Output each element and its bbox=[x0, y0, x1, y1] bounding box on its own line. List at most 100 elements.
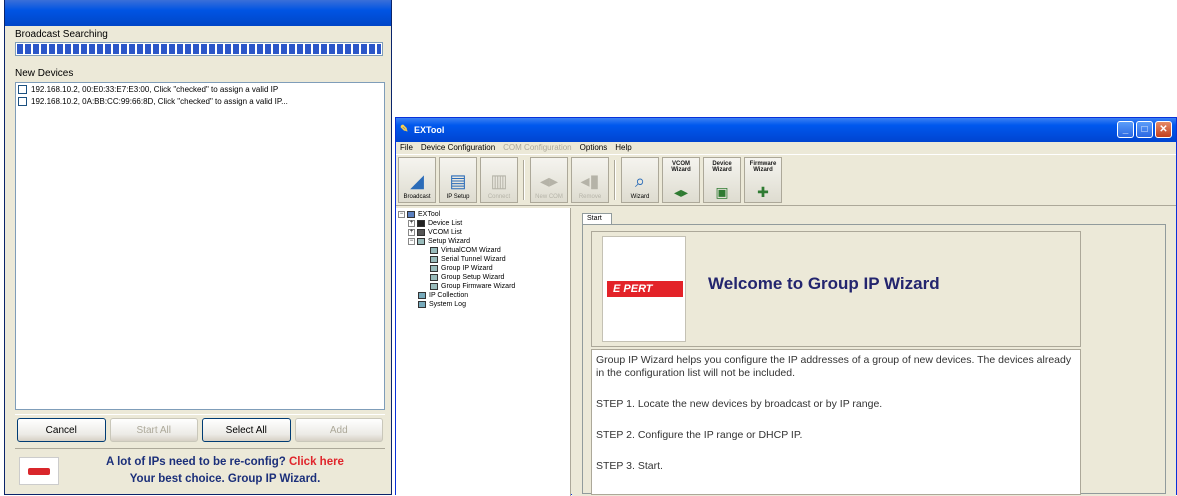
vcom-icon bbox=[417, 229, 425, 236]
description-text: Group IP Wizard helps you configure the … bbox=[596, 354, 1072, 379]
new-devices-list[interactable]: 192.168.10.2, 00:E0:33:E7:E3:00, Click "… bbox=[15, 82, 385, 410]
maximize-icon[interactable]: □ bbox=[1136, 121, 1153, 138]
firmware-icon: ✚ bbox=[757, 184, 769, 200]
device-icon: ▤ bbox=[449, 171, 467, 191]
menu-options[interactable]: Options bbox=[580, 142, 608, 154]
tree-node-group-setup-wizard[interactable]: Group Setup Wizard bbox=[396, 273, 570, 282]
vcom-wizard-label: VCOM Wizard bbox=[671, 161, 691, 173]
menu-bar: File Device Configuration COM Configurat… bbox=[396, 142, 1176, 154]
wizard-label: Wizard bbox=[630, 194, 650, 200]
tree-node-vcom-list[interactable]: + VCOM List bbox=[396, 228, 570, 237]
expert-logo: E PERT bbox=[602, 236, 686, 342]
tree-node-device-list[interactable]: + Device List bbox=[396, 219, 570, 228]
tree-node-virtualcom-wizard[interactable]: VirtualCOM Wizard bbox=[396, 246, 570, 255]
wizard-button[interactable]: ⌕ Wizard bbox=[621, 157, 659, 203]
navigation-tree[interactable]: − EXTool + Device List + VCOM List − Setup W… bbox=[396, 208, 571, 496]
new-com-button[interactable]: ◂▸ New COM bbox=[530, 157, 568, 203]
device-entry-text: 192.168.10.2, 00:E0:33:E7:E3:00, Click "… bbox=[31, 84, 279, 94]
start-panel: E PERT Welcome to Group IP Wizard Group … bbox=[582, 224, 1166, 495]
menu-device-configuration[interactable]: Device Configuration bbox=[421, 142, 495, 154]
firmware-wizard-button[interactable]: Firmware Wizard ✚ bbox=[744, 157, 782, 203]
menu-help[interactable]: Help bbox=[615, 142, 631, 154]
firmware-wizard-label: Firmware Wizard bbox=[749, 161, 777, 173]
device-entry-text: 192.168.10.2, 0A:BB:CC:99:66:8D, Click "… bbox=[31, 96, 288, 106]
toolbar: ◢ Broadcast ▤ IP Setup ▥ Connect ◂▸ New … bbox=[396, 154, 1176, 206]
new-devices-label: New Devices bbox=[15, 68, 74, 79]
collapse-icon[interactable]: − bbox=[408, 238, 415, 245]
list-item[interactable]: 192.168.10.2, 00:E0:33:E7:E3:00, Click "… bbox=[16, 83, 384, 95]
step-1: STEP 1. Locate the new devices by broadc… bbox=[596, 398, 883, 410]
tree-label: VirtualCOM Wizard bbox=[441, 247, 501, 254]
wizard-icon bbox=[430, 274, 438, 281]
log-icon bbox=[418, 301, 426, 308]
step-3: STEP 3. Start. bbox=[596, 460, 663, 472]
device-checkbox[interactable] bbox=[18, 84, 27, 94]
dialog-titlebar[interactable] bbox=[5, 0, 391, 26]
expand-icon[interactable]: + bbox=[408, 220, 415, 227]
tree-node-extool[interactable]: − EXTool bbox=[396, 210, 570, 219]
arrows-search-icon: ◂▸ bbox=[673, 184, 689, 200]
toolbar-separator bbox=[614, 160, 616, 200]
new-com-label: New COM bbox=[535, 194, 563, 200]
click-here-link[interactable]: Click here bbox=[289, 456, 344, 468]
device-wizard-label: Device Wizard bbox=[712, 161, 732, 173]
window-title: EXTool bbox=[414, 125, 445, 135]
tree-label: Setup Wizard bbox=[428, 238, 471, 245]
search-progress-bar bbox=[15, 42, 383, 56]
tab-start[interactable]: Start bbox=[582, 213, 612, 224]
select-all-button[interactable]: Select All bbox=[202, 418, 291, 442]
tree-label: IP Collection bbox=[429, 292, 469, 299]
ip-setup-button[interactable]: ▤ IP Setup bbox=[439, 157, 477, 203]
expert-logo-icon bbox=[19, 456, 59, 485]
group-ip-promo: A lot of IPs need to be re-config? Click… bbox=[15, 448, 385, 492]
broadcast-search-dialog: Broadcast Searching New Devices 192.168.… bbox=[4, 0, 392, 495]
tree-node-group-firmware-wizard[interactable]: Group Firmware Wizard bbox=[396, 282, 570, 291]
expand-icon[interactable]: + bbox=[408, 229, 415, 236]
expert-logo-text: E PERT bbox=[607, 281, 683, 297]
wizard-icon bbox=[430, 283, 438, 290]
collapse-icon[interactable]: − bbox=[398, 211, 405, 218]
dialog-button-bar: Cancel Start All Select All Add bbox=[15, 414, 385, 444]
wizard-icon bbox=[417, 238, 425, 245]
cancel-button[interactable]: Cancel bbox=[17, 418, 106, 442]
tree-node-system-log[interactable]: System Log bbox=[396, 300, 570, 309]
menu-com-configuration[interactable]: COM Configuration bbox=[503, 142, 571, 154]
broadcast-button[interactable]: ◢ Broadcast bbox=[398, 157, 436, 203]
device-checkbox[interactable] bbox=[18, 96, 27, 106]
tree-label: System Log bbox=[429, 301, 466, 308]
promo-tagline: Your best choice. Group IP Wizard. bbox=[129, 472, 321, 485]
tree-label: EXTool bbox=[418, 211, 441, 218]
tree-node-ip-collection[interactable]: IP Collection bbox=[396, 291, 570, 300]
tree-label: Group Firmware Wizard bbox=[441, 283, 516, 290]
add-button[interactable]: Add bbox=[294, 418, 383, 442]
device-wizard-button[interactable]: Device Wizard ▣ bbox=[703, 157, 741, 203]
extool-main-window: ✎ EXTool _ □ ✕ File Device Configuration… bbox=[395, 117, 1177, 496]
ip-collection-icon bbox=[418, 292, 426, 299]
wizard-icon bbox=[430, 265, 438, 272]
content-area: Start E PERT Welcome to Group IP Wizard … bbox=[572, 208, 1176, 496]
promo-text: A lot of IPs need to be re-config? Click… bbox=[65, 454, 385, 488]
app-icon: ✎ bbox=[400, 124, 409, 135]
menu-file[interactable]: File bbox=[400, 142, 413, 154]
tree-node-serial-tunnel-wizard[interactable]: Serial Tunnel Wizard bbox=[396, 255, 570, 264]
connect-button[interactable]: ▥ Connect bbox=[480, 157, 518, 203]
window-titlebar[interactable]: ✎ EXTool _ □ ✕ bbox=[396, 118, 1176, 142]
arrows-icon: ◂▸ bbox=[539, 171, 559, 191]
wizard-description: Group IP Wizard helps you configure the … bbox=[591, 349, 1081, 495]
broadcast-label: Broadcast bbox=[403, 194, 431, 200]
list-item[interactable]: 192.168.10.2, 0A:BB:CC:99:66:8D, Click "… bbox=[16, 95, 384, 107]
tree-node-setup-wizard[interactable]: − Setup Wizard bbox=[396, 237, 570, 246]
remove-label: Remove bbox=[578, 194, 602, 200]
ip-setup-label: IP Setup bbox=[446, 194, 470, 200]
start-all-button[interactable]: Start All bbox=[109, 418, 198, 442]
close-icon[interactable]: ✕ bbox=[1155, 121, 1172, 138]
welcome-title: Welcome to Group IP Wizard bbox=[708, 274, 940, 293]
server-icon: ▥ bbox=[490, 171, 508, 191]
minimize-icon[interactable]: _ bbox=[1117, 121, 1134, 138]
remove-arrow-icon: ◂▮ bbox=[580, 171, 600, 191]
progress-fill bbox=[17, 44, 381, 54]
tree-node-group-ip-wizard[interactable]: Group IP Wizard bbox=[396, 264, 570, 273]
remove-button[interactable]: ◂▮ Remove bbox=[571, 157, 609, 203]
vcom-wizard-button[interactable]: VCOM Wizard ◂▸ bbox=[662, 157, 700, 203]
window-controls: _ □ ✕ bbox=[1117, 121, 1172, 138]
